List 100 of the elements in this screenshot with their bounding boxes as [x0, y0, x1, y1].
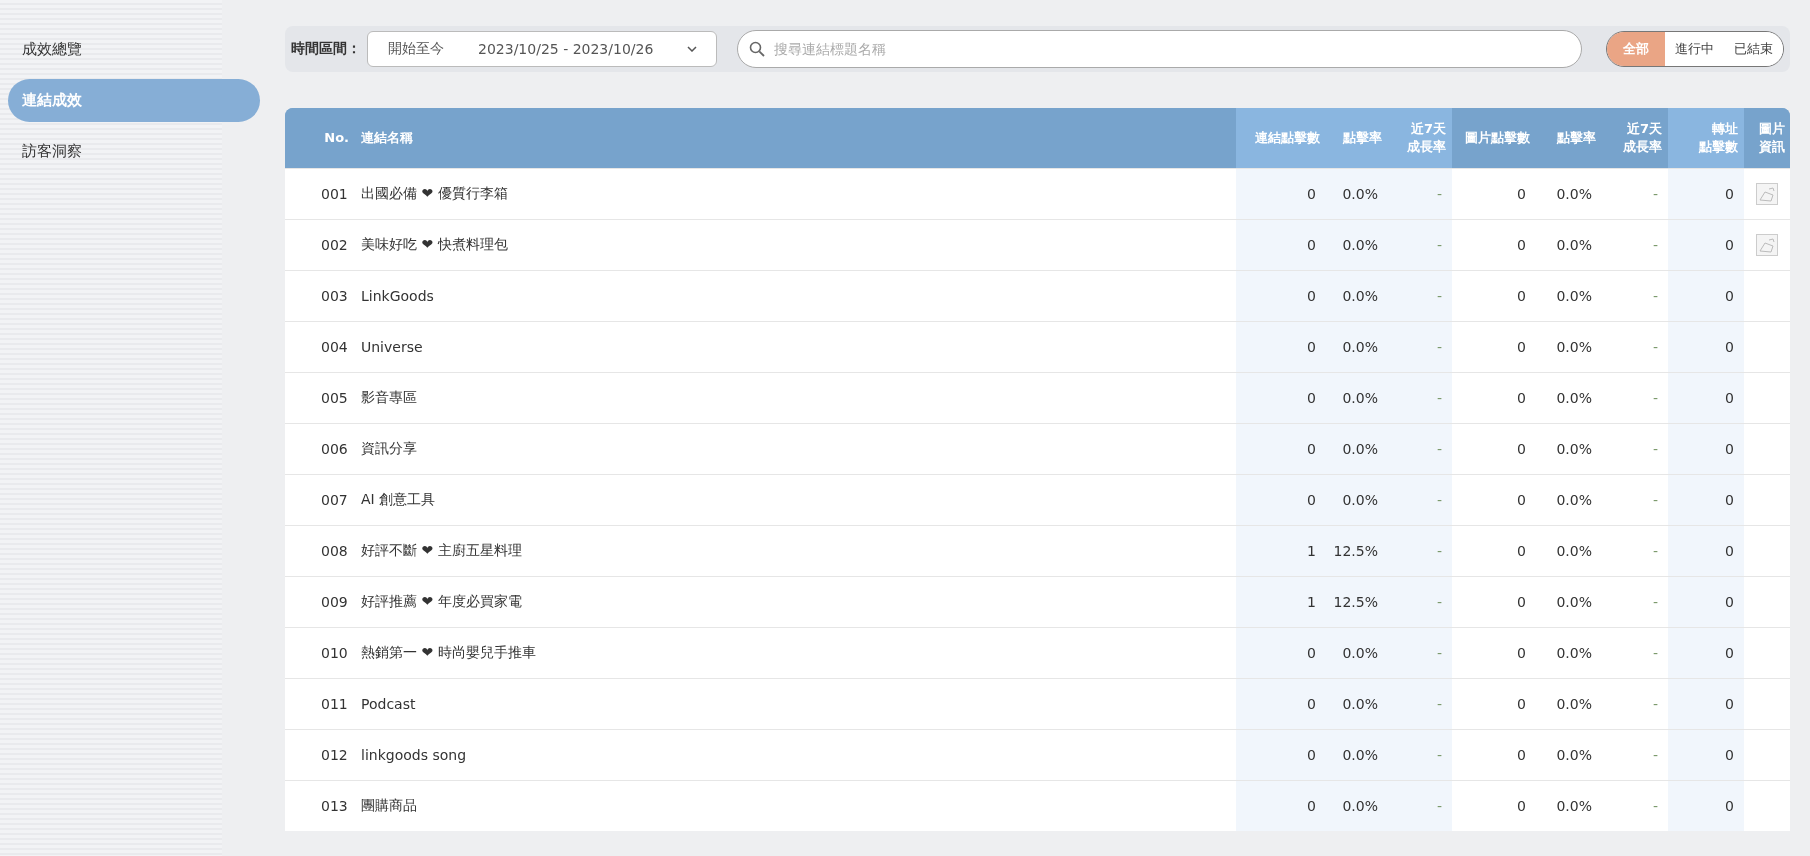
table-cell: 0 [1517, 696, 1526, 712]
row-number: 002 [321, 237, 348, 253]
table-cell: 12.5% [1333, 594, 1378, 610]
column-header: 轉址 點擊數 [1699, 120, 1738, 156]
table-cell: 0 [1517, 645, 1526, 661]
table-cell: 1 [1307, 543, 1316, 559]
table-cell: 0.0% [1556, 288, 1592, 304]
table-cell: 0 [1725, 186, 1734, 202]
status-tab[interactable]: 已結束 [1724, 32, 1783, 66]
table-cell: 0 [1307, 798, 1316, 814]
column-header: 近7天 成長率 [1407, 120, 1446, 156]
search-field[interactable]: 搜尋連結標題名稱 [737, 30, 1582, 68]
table-cell: 0 [1307, 492, 1316, 508]
table-cell: 0 [1517, 747, 1526, 763]
table-cell: - [1436, 492, 1442, 508]
link-name: AI 創意工具 [361, 491, 436, 509]
column-header: 點擊率 [1343, 129, 1382, 147]
link-name: 影音專區 [361, 389, 417, 407]
row-number: 007 [321, 492, 348, 508]
table-cell: 0.0% [1342, 390, 1378, 406]
column-header: 點擊率 [1557, 129, 1596, 147]
table-cell: 0 [1517, 390, 1526, 406]
table-cell: 0 [1725, 645, 1734, 661]
search-icon [749, 41, 765, 57]
status-tab[interactable]: 進行中 [1665, 32, 1724, 66]
table-cell: 0 [1725, 747, 1734, 763]
column-header: 圖片 資訊 [1759, 120, 1785, 156]
table-cell: - [1652, 696, 1658, 712]
row-number: 013 [321, 798, 348, 814]
table-cell: - [1436, 645, 1442, 661]
link-name: linkgoods song [361, 747, 467, 763]
table-cell: 0 [1725, 696, 1734, 712]
table-cell: - [1436, 339, 1442, 355]
table-cell: 0.0% [1342, 237, 1378, 253]
table-cell: 0 [1307, 645, 1316, 661]
table-cell: 0.0% [1342, 186, 1378, 202]
table-cell: 0.0% [1556, 696, 1592, 712]
table-cell: 0.0% [1342, 696, 1378, 712]
sidebar-item[interactable]: 成效總覽 [8, 28, 260, 71]
table-cell: 0.0% [1556, 747, 1592, 763]
table-cell: - [1436, 186, 1442, 202]
table-cell: - [1652, 237, 1658, 253]
table-cell: 0 [1517, 441, 1526, 457]
table-cell: 0.0% [1556, 390, 1592, 406]
table-cell: 0 [1725, 492, 1734, 508]
table-cell: 0 [1725, 594, 1734, 610]
sidebar-item[interactable]: 訪客洞察 [8, 130, 260, 173]
table-cell: - [1652, 543, 1658, 559]
chevron-down-icon [687, 46, 698, 52]
table-cell: - [1436, 747, 1442, 763]
date-range-dropdown[interactable]: 開始至今 2023/10/25 - 2023/10/26 [367, 31, 717, 67]
table-cell: 0 [1307, 747, 1316, 763]
image-placeholder-icon[interactable] [1756, 183, 1778, 205]
table-cell: 0 [1517, 237, 1526, 253]
row-number: 008 [321, 543, 348, 559]
link-name: 出國必備 ❤ 優質行李箱 [361, 185, 508, 203]
table-cell: 0 [1307, 390, 1316, 406]
link-name: 熱銷第一 ❤ 時尚嬰兒手推車 [361, 644, 536, 662]
table-cell: - [1436, 237, 1442, 253]
table-cell: - [1652, 339, 1658, 355]
table-cell: 0.0% [1342, 798, 1378, 814]
table-cell: - [1652, 492, 1658, 508]
link-name: LinkGoods [361, 288, 434, 304]
row-number: 010 [321, 645, 348, 661]
column-header: No. [324, 129, 349, 147]
table-cell: 0 [1307, 237, 1316, 253]
row-number: 005 [321, 390, 348, 406]
table-cell: 0 [1725, 288, 1734, 304]
table-cell: 0 [1725, 798, 1734, 814]
row-number: 006 [321, 441, 348, 457]
link-name: 美味好吃 ❤ 快煮料理包 [361, 236, 508, 254]
date-label: 時間區間： [291, 40, 361, 58]
table-cell: - [1652, 645, 1658, 661]
table-cell: 0 [1517, 594, 1526, 610]
table-cell: 0.0% [1556, 645, 1592, 661]
table-cell: - [1652, 747, 1658, 763]
table-cell: - [1436, 288, 1442, 304]
table-cell: 0 [1307, 186, 1316, 202]
table-cell: - [1436, 543, 1442, 559]
image-placeholder-icon[interactable] [1756, 234, 1778, 256]
table-cell: - [1436, 441, 1442, 457]
table-cell: 0.0% [1342, 288, 1378, 304]
row-number: 011 [321, 696, 348, 712]
table-cell: 0.0% [1556, 339, 1592, 355]
row-number: 012 [321, 747, 348, 763]
table-cell: 0 [1725, 339, 1734, 355]
table-cell: 0 [1725, 390, 1734, 406]
table-cell: 0 [1307, 696, 1316, 712]
table-cell: 0 [1725, 441, 1734, 457]
table-cell: 0.0% [1342, 492, 1378, 508]
table-cell: 0.0% [1556, 186, 1592, 202]
table-cell: 0.0% [1556, 441, 1592, 457]
table-cell: 0 [1307, 339, 1316, 355]
table-cell: 0.0% [1556, 798, 1592, 814]
column-header: 連結點擊數 [1255, 129, 1320, 147]
table-cell: - [1652, 441, 1658, 457]
row-number: 009 [321, 594, 348, 610]
table-cell: 0.0% [1556, 543, 1592, 559]
link-name: 好評推薦 ❤ 年度必買家電 [361, 593, 522, 611]
column-header: 圖片點擊數 [1465, 129, 1530, 147]
